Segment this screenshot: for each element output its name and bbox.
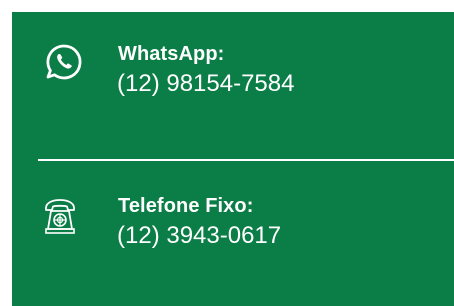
contact-card: WhatsApp: (12) 98154-7584 Telefone Fixo:… (12, 12, 454, 306)
whatsapp-label: WhatsApp: (118, 43, 225, 65)
landline-number[interactable]: (12) 3943-0617 (117, 222, 281, 250)
whatsapp-number[interactable]: (12) 98154-7584 (117, 70, 294, 98)
divider (38, 159, 454, 161)
whatsapp-contact: WhatsApp: (12) 98154-7584 (12, 40, 454, 120)
landline-label: Telefone Fixo: (118, 195, 254, 217)
whatsapp-icon (44, 42, 84, 82)
telephone-icon (40, 197, 80, 237)
landline-contact: Telefone Fixo: (12) 3943-0617 (12, 192, 454, 272)
